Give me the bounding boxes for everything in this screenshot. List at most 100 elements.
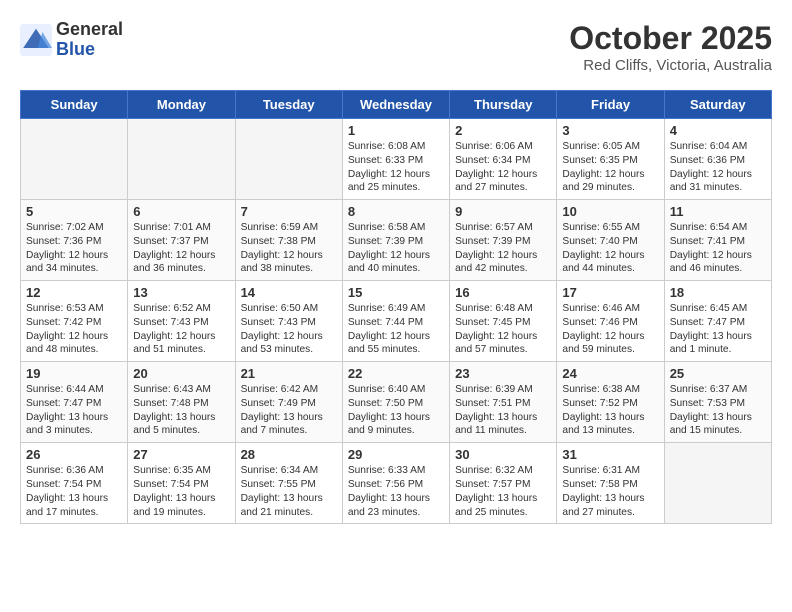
cell-text: Sunrise: 6:58 AM Sunset: 7:39 PM Dayligh…	[348, 221, 444, 276]
calendar-week-row: 26 Sunrise: 6:36 AM Sunset: 7:54 PM Dayli…	[21, 443, 772, 524]
cell-text: Sunrise: 6:38 AM Sunset: 7:52 PM Dayligh…	[562, 383, 658, 438]
cell-text: Sunrise: 6:53 AM Sunset: 7:42 PM Dayligh…	[26, 302, 122, 357]
page-header: General Blue October 2025 Red Cliffs, Vi…	[20, 20, 772, 74]
calendar-cell: 23Sunrise: 6:39 AM Sunset: 7:51 PM Dayli…	[450, 362, 557, 443]
day-number: 23	[455, 366, 551, 381]
cell-text: Sunrise: 7:01 AM Sunset: 7:37 PM Dayligh…	[133, 221, 229, 276]
calendar-cell: 15Sunrise: 6:49 AM Sunset: 7:44 PM Dayli…	[342, 281, 449, 362]
cell-text: Sunrise: 6:08 AM Sunset: 6:33 PM Dayligh…	[348, 140, 444, 195]
calendar-cell: 28 Sunrise: 6:34 AM Sunset: 7:55 PM Dayli…	[235, 443, 342, 524]
day-number: 13	[133, 285, 229, 300]
calendar-cell: 26 Sunrise: 6:36 AM Sunset: 7:54 PM Dayli…	[21, 443, 128, 524]
cell-text: Sunrise: 6:06 AM Sunset: 6:34 PM Dayligh…	[455, 140, 551, 195]
day-number: 1	[348, 123, 444, 138]
calendar-cell: 3 Sunrise: 6:05 AM Sunset: 6:35 PM Daylig…	[557, 119, 664, 200]
day-number: 21	[241, 366, 337, 381]
cell-text: Sunrise: 6:49 AM Sunset: 7:44 PM Dayligh…	[348, 302, 444, 357]
calendar-week-row: 1 Sunrise: 6:08 AM Sunset: 6:33 PM Daylig…	[21, 119, 772, 200]
day-number: 19	[26, 366, 122, 381]
cell-text: Sunrise: 6:59 AM Sunset: 7:38 PM Dayligh…	[241, 221, 337, 276]
weekday-header-wednesday: Wednesday	[342, 91, 449, 119]
calendar-cell: 16 Sunrise: 6:48 AM Sunset: 7:45 PM Dayli…	[450, 281, 557, 362]
calendar-cell: 11 Sunrise: 6:54 AM Sunset: 7:41 PM Dayli…	[664, 200, 771, 281]
logo: General Blue	[20, 20, 123, 60]
month-year: October 2025	[569, 20, 772, 57]
day-number: 25	[670, 366, 766, 381]
cell-text: Sunrise: 6:04 AM Sunset: 6:36 PM Dayligh…	[670, 140, 766, 195]
calendar-cell: 5 Sunrise: 7:02 AM Sunset: 7:36 PM Daylig…	[21, 200, 128, 281]
day-number: 26	[26, 447, 122, 462]
title-block: October 2025 Red Cliffs, Victoria, Austr…	[569, 20, 772, 74]
logo-general: General	[56, 20, 123, 40]
day-number: 5	[26, 204, 122, 219]
cell-text: Sunrise: 6:54 AM Sunset: 7:41 PM Dayligh…	[670, 221, 766, 276]
day-number: 24	[562, 366, 658, 381]
calendar-cell: 18 Sunrise: 6:45 AM Sunset: 7:47 PM Dayli…	[664, 281, 771, 362]
day-number: 18	[670, 285, 766, 300]
weekday-header-friday: Friday	[557, 91, 664, 119]
calendar-cell	[21, 119, 128, 200]
day-number: 29	[348, 447, 444, 462]
calendar-cell: 31Sunrise: 6:31 AM Sunset: 7:58 PM Dayli…	[557, 443, 664, 524]
calendar-table: SundayMondayTuesdayWednesdayThursdayFrid…	[20, 90, 772, 524]
day-number: 28	[241, 447, 337, 462]
calendar-cell: 20Sunrise: 6:43 AM Sunset: 7:48 PM Dayli…	[128, 362, 235, 443]
day-number: 6	[133, 204, 229, 219]
calendar-cell: 21 Sunrise: 6:42 AM Sunset: 7:49 PM Dayli…	[235, 362, 342, 443]
day-number: 22	[348, 366, 444, 381]
day-number: 11	[670, 204, 766, 219]
cell-text: Sunrise: 6:44 AM Sunset: 7:47 PM Dayligh…	[26, 383, 122, 438]
weekday-header-monday: Monday	[128, 91, 235, 119]
calendar-week-row: 5 Sunrise: 7:02 AM Sunset: 7:36 PM Daylig…	[21, 200, 772, 281]
day-number: 31	[562, 447, 658, 462]
cell-text: Sunrise: 6:43 AM Sunset: 7:48 PM Dayligh…	[133, 383, 229, 438]
calendar-cell	[235, 119, 342, 200]
location: Red Cliffs, Victoria, Australia	[569, 57, 772, 74]
cell-text: Sunrise: 6:50 AM Sunset: 7:43 PM Dayligh…	[241, 302, 337, 357]
calendar-cell: 9Sunrise: 6:57 AM Sunset: 7:39 PM Daylig…	[450, 200, 557, 281]
weekday-header-thursday: Thursday	[450, 91, 557, 119]
cell-text: Sunrise: 6:42 AM Sunset: 7:49 PM Dayligh…	[241, 383, 337, 438]
calendar-cell: 8Sunrise: 6:58 AM Sunset: 7:39 PM Daylig…	[342, 200, 449, 281]
day-number: 14	[241, 285, 337, 300]
calendar-cell: 29Sunrise: 6:33 AM Sunset: 7:56 PM Dayli…	[342, 443, 449, 524]
calendar-cell: 13 Sunrise: 6:52 AM Sunset: 7:43 PM Dayli…	[128, 281, 235, 362]
cell-text: Sunrise: 6:52 AM Sunset: 7:43 PM Dayligh…	[133, 302, 229, 357]
calendar-cell: 7 Sunrise: 6:59 AM Sunset: 7:38 PM Daylig…	[235, 200, 342, 281]
calendar-cell: 24 Sunrise: 6:38 AM Sunset: 7:52 PM Dayli…	[557, 362, 664, 443]
cell-text: Sunrise: 6:45 AM Sunset: 7:47 PM Dayligh…	[670, 302, 766, 357]
calendar-week-row: 19 Sunrise: 6:44 AM Sunset: 7:47 PM Dayli…	[21, 362, 772, 443]
day-number: 3	[562, 123, 658, 138]
cell-text: Sunrise: 7:02 AM Sunset: 7:36 PM Dayligh…	[26, 221, 122, 276]
calendar-cell: 10Sunrise: 6:55 AM Sunset: 7:40 PM Dayli…	[557, 200, 664, 281]
calendar-cell: 30Sunrise: 6:32 AM Sunset: 7:57 PM Dayli…	[450, 443, 557, 524]
calendar-cell	[128, 119, 235, 200]
cell-text: Sunrise: 6:35 AM Sunset: 7:54 PM Dayligh…	[133, 464, 229, 519]
cell-text: Sunrise: 6:05 AM Sunset: 6:35 PM Dayligh…	[562, 140, 658, 195]
cell-text: Sunrise: 6:34 AM Sunset: 7:55 PM Dayligh…	[241, 464, 337, 519]
day-number: 12	[26, 285, 122, 300]
day-number: 27	[133, 447, 229, 462]
calendar-cell: 2 Sunrise: 6:06 AM Sunset: 6:34 PM Daylig…	[450, 119, 557, 200]
calendar-cell	[664, 443, 771, 524]
day-number: 17	[562, 285, 658, 300]
cell-text: Sunrise: 6:57 AM Sunset: 7:39 PM Dayligh…	[455, 221, 551, 276]
day-number: 2	[455, 123, 551, 138]
weekday-header-row: SundayMondayTuesdayWednesdayThursdayFrid…	[21, 91, 772, 119]
logo-icon	[20, 24, 52, 56]
calendar-cell: 6 Sunrise: 7:01 AM Sunset: 7:37 PM Daylig…	[128, 200, 235, 281]
weekday-header-saturday: Saturday	[664, 91, 771, 119]
calendar-cell: 22Sunrise: 6:40 AM Sunset: 7:50 PM Dayli…	[342, 362, 449, 443]
calendar-cell: 17 Sunrise: 6:46 AM Sunset: 7:46 PM Dayli…	[557, 281, 664, 362]
day-number: 7	[241, 204, 337, 219]
cell-text: Sunrise: 6:48 AM Sunset: 7:45 PM Dayligh…	[455, 302, 551, 357]
cell-text: Sunrise: 6:46 AM Sunset: 7:46 PM Dayligh…	[562, 302, 658, 357]
day-number: 4	[670, 123, 766, 138]
calendar-cell: 1 Sunrise: 6:08 AM Sunset: 6:33 PM Daylig…	[342, 119, 449, 200]
day-number: 16	[455, 285, 551, 300]
weekday-header-tuesday: Tuesday	[235, 91, 342, 119]
weekday-header-sunday: Sunday	[21, 91, 128, 119]
cell-text: Sunrise: 6:36 AM Sunset: 7:54 PM Dayligh…	[26, 464, 122, 519]
calendar-cell: 19 Sunrise: 6:44 AM Sunset: 7:47 PM Dayli…	[21, 362, 128, 443]
logo-text: General Blue	[56, 20, 123, 60]
